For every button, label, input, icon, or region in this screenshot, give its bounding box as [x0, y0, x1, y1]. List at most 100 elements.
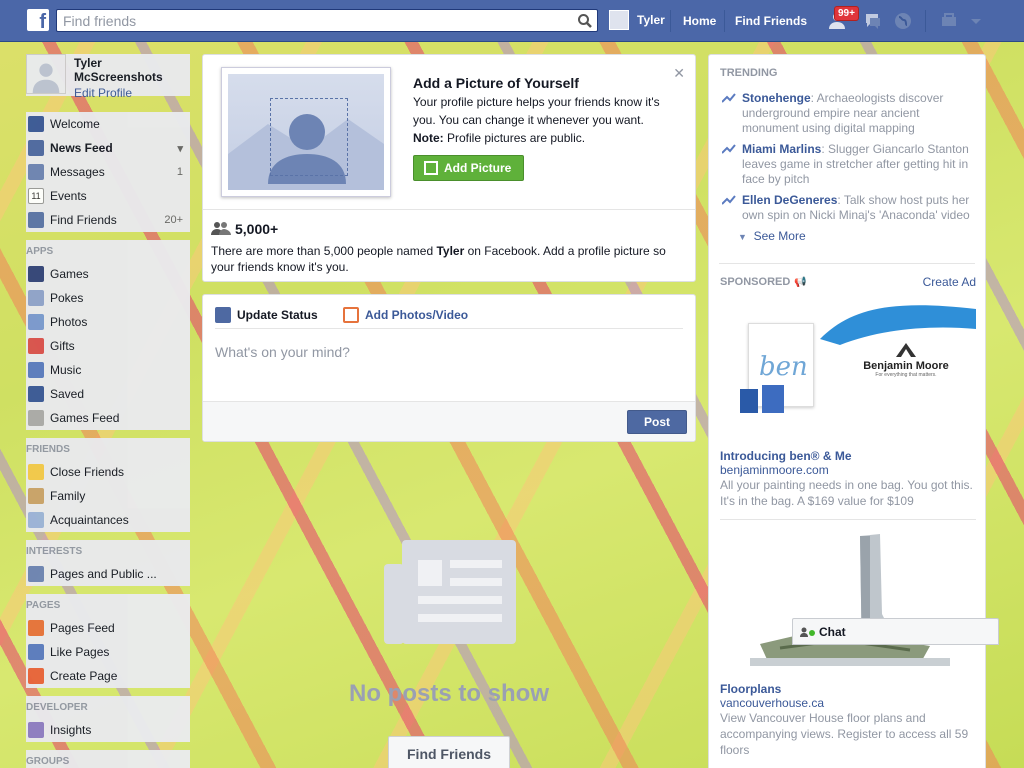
trending-arrow-icon: [722, 144, 736, 154]
profile-block: Tyler McScreenshots Edit Profile: [26, 54, 190, 100]
section-header[interactable]: INTERESTS: [26, 540, 190, 562]
sidebar-item-welcome[interactable]: Welcome: [26, 112, 190, 136]
chevron-down-icon[interactable]: ▾: [177, 142, 183, 155]
section-header[interactable]: DEVELOPER: [26, 696, 190, 718]
messages-count: 1: [176, 166, 183, 178]
sidebar-item-saved[interactable]: Saved: [26, 382, 190, 406]
status-input[interactable]: [215, 335, 675, 369]
ad-description: View Vancouver House floor plans and acc…: [720, 711, 969, 757]
sidebar-item-label: Events: [50, 189, 87, 203]
house-icon: [28, 488, 44, 504]
sidebar-item-acquaintances[interactable]: Acquaintances: [26, 508, 190, 532]
trending-topic[interactable]: Ellen DeGeneres: [742, 193, 837, 207]
sidebar-item-pokes[interactable]: Pokes: [26, 286, 190, 310]
rss-icon: [28, 566, 44, 582]
sidebar-item-gifts[interactable]: Gifts: [26, 334, 190, 358]
add-picture-button[interactable]: Add Picture: [413, 155, 525, 181]
chat-label: Chat: [819, 625, 846, 639]
tab-add-photos[interactable]: Add Photos/Video: [343, 305, 468, 325]
notifications-globe-icon[interactable]: [893, 11, 915, 31]
facebook-logo[interactable]: f: [27, 9, 49, 31]
divider: [925, 10, 926, 32]
sidebar-item-label: Saved: [50, 387, 85, 401]
profile-link[interactable]: Tyler: [609, 10, 665, 30]
trending-item[interactable]: Stonehenge: Archaeologists discover unde…: [720, 91, 976, 136]
sidebar-item-create-page[interactable]: Create Page: [26, 664, 190, 688]
trending-section: TRENDING Stonehenge: Archaeologists disc…: [720, 67, 976, 243]
ad-title[interactable]: Introducing ben® & Me: [720, 449, 976, 463]
section-header[interactable]: PAGES: [26, 594, 190, 616]
online-status-dot: [809, 630, 815, 636]
home-link[interactable]: Home: [683, 14, 716, 28]
sidebar-item-news-feed[interactable]: News Feed ▾: [26, 136, 190, 160]
benjamin-moore-logo: Benjamin Moore For everything that matte…: [856, 343, 956, 378]
sidebar-item-games-feed[interactable]: Games Feed: [26, 406, 190, 430]
chevron-down-icon[interactable]: [965, 11, 987, 31]
silhouette-icon: [27, 55, 65, 93]
megaphone-icon: 📢: [794, 276, 807, 288]
trending-topic[interactable]: Miami Marlins: [742, 142, 821, 156]
right-sidebar: TRENDING Stonehenge: Archaeologists disc…: [708, 54, 986, 768]
ad-url[interactable]: vancouverhouse.ca: [720, 696, 976, 710]
sidebar-item-family[interactable]: Family: [26, 484, 190, 508]
search-icon[interactable]: [577, 13, 593, 29]
sidebar-item-label: News Feed: [50, 141, 113, 155]
chat-bar[interactable]: Chat: [792, 618, 999, 645]
card-description-text: Your profile picture helps your friends …: [413, 95, 660, 127]
search-input[interactable]: [57, 10, 557, 31]
crop-frame: [270, 98, 348, 176]
profile-picture-placeholder[interactable]: [221, 67, 391, 197]
section-header[interactable]: GROUPS: [26, 750, 190, 768]
ad-url[interactable]: benjaminmoore.com: [720, 463, 976, 477]
sidebar-item-label: Music: [50, 363, 82, 377]
section-header[interactable]: APPS: [26, 240, 190, 262]
news-feed-icon: [28, 140, 44, 156]
music-icon: [28, 362, 44, 378]
sidebar-item-events[interactable]: 11 Events: [26, 184, 190, 208]
ad-title[interactable]: Floorplans: [720, 682, 976, 696]
gifts-icon: [28, 338, 44, 354]
ad-image-benjamin-moore[interactable]: ben Benjamin Moore For everything that m…: [720, 299, 976, 439]
trending-item[interactable]: Miami Marlins: Slugger Giancarlo Stanton…: [720, 142, 976, 187]
messages-icon[interactable]: [862, 11, 884, 31]
sidebar-item-music[interactable]: Music: [26, 358, 190, 382]
sidebar-item-like-pages[interactable]: Like Pages: [26, 640, 190, 664]
find-friends-button[interactable]: Find Friends: [388, 736, 510, 768]
status-composer: Update Status Add Photos/Video Post: [202, 294, 696, 442]
find-friends-link[interactable]: Find Friends: [735, 14, 807, 28]
calendar-icon: 11: [28, 188, 44, 204]
games-icon: [28, 266, 44, 282]
post-button[interactable]: Post: [627, 410, 687, 434]
sidebar-item-games[interactable]: Games: [26, 262, 190, 286]
logo-tagline: For everything that matters.: [875, 372, 937, 378]
see-more-link[interactable]: ▼ See More: [720, 229, 976, 243]
people-description: There are more than 5,000 people named T…: [211, 243, 681, 275]
profile-picture[interactable]: [26, 54, 66, 94]
sidebar-item-close-friends[interactable]: Close Friends: [26, 460, 190, 484]
sidebar-item-find-friends[interactable]: Find Friends 20+: [26, 208, 190, 232]
tab-update-status[interactable]: Update Status: [215, 305, 318, 325]
edit-profile-link[interactable]: Edit Profile: [74, 86, 132, 100]
main-feed: Add a Picture of Yourself Your profile p…: [202, 54, 696, 768]
close-icon[interactable]: ✕: [673, 65, 685, 82]
privacy-shortcuts-icon[interactable]: [940, 11, 962, 31]
profile-name[interactable]: Tyler McScreenshots: [74, 56, 184, 84]
sidebar-item-insights[interactable]: Insights: [26, 718, 190, 742]
sidebar-item-messages[interactable]: Messages 1: [26, 160, 190, 184]
sidebar-item-pages-and-public[interactable]: Pages and Public ...: [26, 562, 190, 586]
sidebar-item-pages-feed[interactable]: Pages Feed: [26, 616, 190, 640]
pages-section: PAGES Pages Feed Like Pages Create Page: [26, 594, 190, 688]
trending-topic[interactable]: Stonehenge: [742, 91, 811, 105]
groups-section: GROUPS: [26, 750, 190, 768]
tab-label: Add Photos/Video: [365, 308, 469, 322]
section-header[interactable]: FRIENDS: [26, 438, 190, 460]
trending-item[interactable]: Ellen DeGeneres: Talk show host puts her…: [720, 193, 976, 223]
ad-image-vancouver-house[interactable]: [720, 534, 976, 674]
sidebar-item-photos[interactable]: Photos: [26, 310, 190, 334]
trending-arrow-icon: [722, 93, 736, 103]
sponsored-header: SPONSORED: [720, 276, 791, 288]
create-ad-link[interactable]: Create Ad: [923, 275, 976, 289]
search-box: [56, 9, 598, 32]
people-desc-pre: There are more than 5,000 people named: [211, 244, 437, 258]
find-friends-count: 20+: [164, 214, 183, 226]
